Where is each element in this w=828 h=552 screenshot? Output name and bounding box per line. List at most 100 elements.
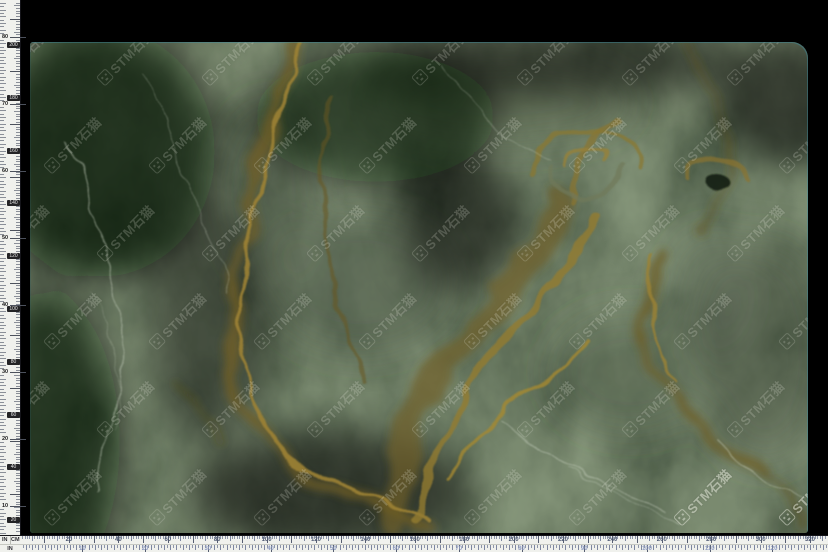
tick-cm-vertical	[16, 188, 20, 189]
tick-cm-vertical	[16, 211, 20, 212]
tick-cm	[768, 536, 769, 539]
tick-cm	[556, 536, 557, 539]
tick-in	[484, 545, 485, 550]
tick-cm-vertical	[16, 346, 20, 347]
tick-cm	[743, 536, 744, 539]
tick-in	[314, 545, 315, 550]
tick-cm	[160, 536, 161, 539]
tick-cm	[402, 536, 403, 541]
tick-cm-vertical	[16, 314, 20, 315]
tick-cm-vertical	[16, 225, 20, 226]
tick-cm	[86, 536, 87, 539]
tick-in	[70, 545, 71, 550]
tick-in-vertical	[0, 248, 4, 249]
tick-in-vertical	[0, 271, 6, 272]
tick-cm-vertical	[16, 351, 20, 352]
tick-in-vertical	[0, 40, 4, 41]
tick-cm	[654, 536, 655, 539]
tick-in-vertical	[0, 43, 6, 44]
tick-cm	[627, 536, 628, 539]
tick-in	[327, 545, 328, 550]
tick-cm-vertical	[16, 383, 20, 384]
tick-in-vertical	[0, 328, 4, 329]
ruler-badge-cm: 180	[7, 95, 20, 101]
tick-in	[296, 545, 297, 550]
tick-in-vertical	[0, 529, 4, 530]
tick-in	[487, 545, 488, 548]
tick-in-vertical	[0, 265, 6, 266]
ruler-number-in: 110	[705, 545, 715, 552]
tick-cm-vertical	[16, 317, 20, 318]
tick-cm-vertical	[16, 172, 20, 173]
tick-cm-vertical	[16, 341, 20, 342]
tick-cm-vertical	[14, 507, 20, 508]
tick-cm-vertical	[16, 74, 20, 75]
tick-cm	[422, 536, 423, 539]
tick-cm-vertical	[16, 119, 20, 120]
tick-cm	[548, 536, 549, 539]
tick-cm-vertical	[16, 90, 20, 91]
tick-in-vertical	[0, 422, 4, 423]
tick-cm	[328, 536, 329, 541]
tick-in	[503, 545, 504, 550]
tick-cm-vertical	[16, 174, 20, 175]
tick-in	[660, 545, 661, 550]
tick-in-vertical	[0, 358, 6, 359]
tick-cm	[780, 536, 781, 539]
tick-cm	[195, 536, 196, 539]
tick-cm	[153, 536, 154, 539]
tick-cm-vertical	[16, 63, 20, 64]
tick-in	[565, 545, 566, 550]
tick-cm-vertical	[16, 61, 20, 62]
tick-cm-vertical	[14, 137, 20, 138]
tick-cm-vertical	[16, 8, 20, 9]
tick-in-vertical	[0, 77, 6, 78]
tick-cm	[309, 536, 310, 539]
tick-cm	[486, 536, 487, 539]
tick-cm	[674, 536, 675, 541]
tick-cm	[247, 536, 248, 539]
tick-in-vertical	[0, 479, 6, 480]
tick-in	[48, 545, 49, 548]
tick-cm	[25, 536, 26, 539]
tick-cm	[435, 536, 436, 539]
tick-in-vertical	[0, 419, 6, 420]
ruler-badge-cm: 20	[7, 517, 20, 523]
tick-in	[183, 545, 184, 550]
tick-in	[95, 545, 96, 550]
tick-cm	[375, 536, 376, 539]
tick-in-vertical	[0, 174, 4, 175]
tick-in	[76, 545, 77, 550]
tick-cm	[346, 536, 347, 539]
tick-in-vertical	[0, 26, 4, 27]
tick-cm	[331, 536, 332, 539]
tick-cm-vertical	[16, 502, 20, 503]
tick-cm-vertical	[16, 267, 20, 268]
tick-in	[427, 545, 428, 550]
tick-cm-vertical	[16, 489, 20, 490]
tick-cm-vertical	[14, 243, 20, 244]
tick-cm-vertical	[16, 240, 20, 241]
tick-cm-vertical	[16, 496, 20, 497]
tick-cm	[234, 536, 235, 539]
tick-cm	[254, 536, 255, 541]
tick-cm-vertical	[14, 32, 20, 33]
tick-cm-vertical	[10, 177, 20, 178]
tick-cm-vertical	[16, 449, 20, 450]
tick-cm-vertical	[10, 19, 20, 20]
ruler-number-cm: 320	[805, 536, 815, 544]
tick-in-vertical	[0, 429, 4, 430]
tick-cm	[190, 536, 191, 539]
tick-in	[481, 545, 482, 548]
tick-cm	[227, 536, 228, 539]
tick-in	[631, 545, 632, 548]
tick-in	[154, 545, 155, 548]
tick-in	[120, 545, 121, 550]
tick-cm	[57, 536, 58, 541]
tick-in	[114, 545, 115, 550]
tick-cm	[553, 536, 554, 539]
tick-in	[380, 545, 381, 548]
tick-in	[255, 545, 256, 548]
tick-in	[785, 545, 786, 550]
tick-in-vertical	[0, 147, 4, 148]
